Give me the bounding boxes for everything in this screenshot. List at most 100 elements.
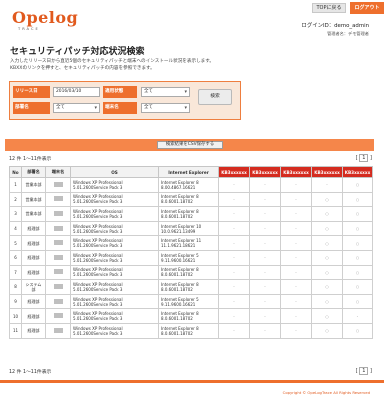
ie-version: 8.0.6001.18702 [161,272,193,278]
terminal-cell[interactable] [45,293,71,310]
release-date-input[interactable]: 2016/03/10 [53,87,100,97]
row-number: 9 [9,293,22,310]
os-version: 5.01.2600Service Pack 3 [73,243,123,249]
kb-status-cell: ○ [311,264,343,281]
terminal-cell[interactable] [45,279,71,295]
table-row: 6 経理部 Windows XP Professional 5.01.2600Serv… [9,249,373,266]
terminal-label: 端末名 [103,102,137,114]
terminal-name-masked [53,254,63,260]
header-department[interactable]: 部署名 [21,166,46,178]
department-cell: 経理部 [21,235,46,251]
os-version: 5.01.2600Service Pack 3 [73,228,123,234]
terminal-name-masked [53,327,63,333]
terminal-cell[interactable] [45,177,71,193]
header-kb-link-3[interactable]: KB3xxxxxx [280,166,312,178]
csv-export-button[interactable]: 検索結果をCSV保存する [157,141,223,149]
opelog-logo[interactable]: Opelog TRACE [12,9,78,33]
terminal-name-masked [53,196,63,202]
kb-status-cell: ○ [342,279,373,295]
header-kb-link-5[interactable]: KB3xxxxxx [342,166,373,178]
os-version: 5.01.2600Service Pack 3 [73,330,123,336]
kb-status-cell: - [249,279,281,295]
ie-version: 8.0.6001.18702 [161,330,193,336]
os-version: 5.01.2600Service Pack 3 [73,184,123,190]
kb-status-cell: - [311,177,343,193]
header-terminal[interactable]: 端末名 [45,166,71,178]
kb-status-cell: - [249,293,281,310]
row-number: 5 [9,235,22,251]
ie-cell: Internet Explorer 8 8.0.6001.18702 [158,191,219,208]
ie-cell: Internet Explorer 8 8.0.6001.18702 [158,308,219,324]
terminal-cell[interactable] [45,322,71,339]
department-select[interactable]: 全て [53,103,100,113]
kb-status-cell: - [218,264,250,281]
kb-status-cell: - [249,264,281,281]
department-cell: 営業本部 [21,191,46,208]
page-title: セキュリティパッチ対応状況検索 [10,47,145,57]
logout-button[interactable]: ログアウト [350,2,384,14]
os-version: 5.01.2600Service Pack 3 [73,301,123,307]
row-number: 3 [9,206,22,222]
terminal-name-masked [53,210,63,216]
os-cell: Windows XP Professional 5.01.2600Service … [70,249,159,266]
description-line-2: KBXXのリンクを押すと、セキュリティパッチの内容を参照できます。 [10,66,155,71]
kb-status-cell: ○ [311,235,343,251]
header-os[interactable]: OS [70,166,159,178]
os-version: 5.01.2600Service Pack 3 [73,272,123,278]
kb-status-cell: - [280,191,312,208]
terminal-cell[interactable] [45,249,71,266]
kb-status-cell: - [280,177,312,193]
ie-cell: Internet Explorer 5 9.11.9600.16621 [158,249,219,266]
terminal-name-masked [53,283,63,289]
os-cell: Windows XP Professional 5.01.2600Service … [70,206,159,222]
ie-version: 8.0.6001.18702 [161,213,193,219]
header-ie[interactable]: Internet Explorer [158,166,219,178]
kb-status-cell: - [218,249,250,266]
kb-status-cell: - [218,322,250,339]
kb-status-cell: ○ [311,293,343,310]
header-kb-link-2[interactable]: KB3xxxxxx [249,166,281,178]
header-kb-link-1[interactable]: KB3xxxxxx [218,166,250,178]
apply-status-label: 適用状態 [103,86,137,98]
page-number[interactable]: 1 [359,154,369,162]
table-row: 9 経理部 Windows XP Professional 5.01.2600Serv… [9,293,373,310]
search-button[interactable]: 検索 [198,89,232,105]
table-row: 10 経理部 Windows XP Professional 5.01.2600Ser… [9,308,373,324]
logo-subtitle: TRACE [18,27,40,31]
os-version: 5.01.2600Service Pack 3 [73,316,123,322]
kb-status-cell: ○ [311,308,343,324]
ie-version: 9.11.9600.16621 [161,301,196,307]
os-cell: Windows XP Professional 5.01.2600Service … [70,235,159,251]
description-line-1: 入力したリリース日から直近5個のセキュリティパッチと端末へのインストール状況を表… [10,59,214,64]
table-row: 3 営業本部 Windows XP Professional 5.01.2600Ser… [9,206,373,222]
os-cell: Windows XP Professional 5.01.2600Service … [70,191,159,208]
terminal-name-masked [53,269,63,275]
terminal-cell[interactable] [45,191,71,208]
table-row: 4 経理部 Windows XP Professional 5.01.2600Serv… [9,220,373,237]
terminal-select[interactable]: 全て [141,103,190,113]
row-number: 2 [9,191,22,208]
row-number: 8 [9,279,22,295]
ie-cell: Internet Explorer 8 8.0.6001.18702 [158,322,219,339]
page-number-bottom[interactable]: 1 [359,367,369,375]
os-version: 5.01.2600Service Pack 3 [73,213,123,219]
terminal-cell[interactable] [45,264,71,281]
terminal-cell[interactable] [45,235,71,251]
kb-status-cell: - [280,206,312,222]
page-description: 入力したリリース日から直近5個のセキュリティパッチと端末へのインストール状況を表… [10,58,310,72]
terminal-cell[interactable] [45,220,71,237]
kb-status-cell: ○ [311,206,343,222]
kb-status-cell: ○ [311,279,343,295]
terminal-cell[interactable] [45,308,71,324]
kb-status-cell: - [218,293,250,310]
kb-status-cell: - [280,249,312,266]
ie-cell: Internet Explorer 10 10.0.9621.13499 [158,220,219,237]
terminal-cell[interactable] [45,206,71,222]
header-kb-link-4[interactable]: KB3xxxxxx [311,166,343,178]
kb-status-cell: ○ [342,264,373,281]
kb-status-cell: - [249,235,281,251]
apply-status-select[interactable]: 全て [141,87,190,97]
back-to-top-button[interactable]: TOPに戻る [312,3,346,13]
department-cell: システム部 [21,279,46,295]
kb-status-cell: ○ [342,206,373,222]
